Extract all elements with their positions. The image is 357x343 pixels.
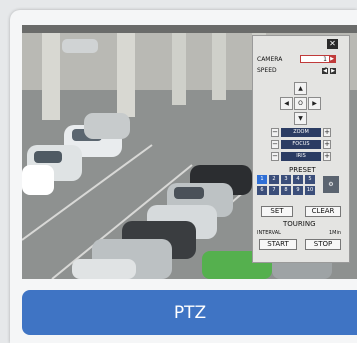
touring-start-button[interactable]: START: [259, 239, 297, 250]
pan-left-icon[interactable]: ◀: [280, 97, 293, 110]
speed-label: SPEED: [257, 67, 277, 74]
zoom-out-button[interactable]: −: [271, 128, 279, 137]
speed-up-icon[interactable]: ▶: [330, 68, 336, 74]
preset-button[interactable]: 1: [257, 175, 267, 184]
iris-control: − IRIS +: [271, 152, 331, 161]
iris-label: IRIS: [281, 152, 321, 161]
preset-button[interactable]: 8: [281, 186, 291, 195]
preset-settings-icon[interactable]: ⚙: [323, 176, 339, 193]
preset-button[interactable]: 2: [269, 175, 279, 184]
zoom-label: ZOOM: [281, 128, 321, 137]
focus-label: FOCUS: [281, 140, 321, 149]
focus-far-button[interactable]: +: [323, 140, 331, 149]
preset-button[interactable]: 3: [281, 175, 291, 184]
zoom-control: − ZOOM +: [271, 128, 331, 137]
preset-clear-button[interactable]: CLEAR: [305, 206, 341, 217]
focus-control: − FOCUS +: [271, 140, 331, 149]
close-icon[interactable]: ✕: [327, 39, 338, 49]
camera-next-icon[interactable]: ▶: [329, 56, 335, 62]
ptz-control-panel: ✕ CAMERA 1 ▶ SPEED 3 ◀ ▶ ▲ ◀ O ▶ ▼ − ZOO…: [252, 35, 350, 263]
speed-down-icon[interactable]: ◀: [322, 68, 328, 74]
preset-button[interactable]: 4: [293, 175, 303, 184]
preset-button[interactable]: 5: [305, 175, 315, 184]
preset-button[interactable]: 9: [293, 186, 303, 195]
ptz-title-bar: PTZ: [22, 290, 357, 335]
touring-stop-button[interactable]: STOP: [305, 239, 341, 250]
preset-button[interactable]: 6: [257, 186, 267, 195]
ptz-title: PTZ: [173, 302, 207, 323]
camera-label: CAMERA: [257, 56, 283, 63]
zoom-in-button[interactable]: +: [323, 128, 331, 137]
pan-tilt-dpad: ▲ ◀ O ▶ ▼: [279, 82, 323, 130]
interval-unit: 1Min: [329, 230, 342, 236]
interval-label: INTERVAL: [257, 230, 281, 236]
preset-set-button[interactable]: SET: [261, 206, 293, 217]
touring-label: TOURING: [283, 220, 316, 228]
focus-near-button[interactable]: −: [271, 140, 279, 149]
tilt-down-icon[interactable]: ▼: [294, 112, 307, 125]
home-center-button[interactable]: O: [294, 97, 307, 110]
iris-open-button[interactable]: +: [323, 152, 331, 161]
iris-close-button[interactable]: −: [271, 152, 279, 161]
preset-label: PRESET: [289, 166, 316, 174]
preset-button[interactable]: 7: [269, 186, 279, 195]
preset-button[interactable]: 10: [305, 186, 315, 195]
pan-right-icon[interactable]: ▶: [308, 97, 321, 110]
tilt-up-icon[interactable]: ▲: [294, 82, 307, 95]
